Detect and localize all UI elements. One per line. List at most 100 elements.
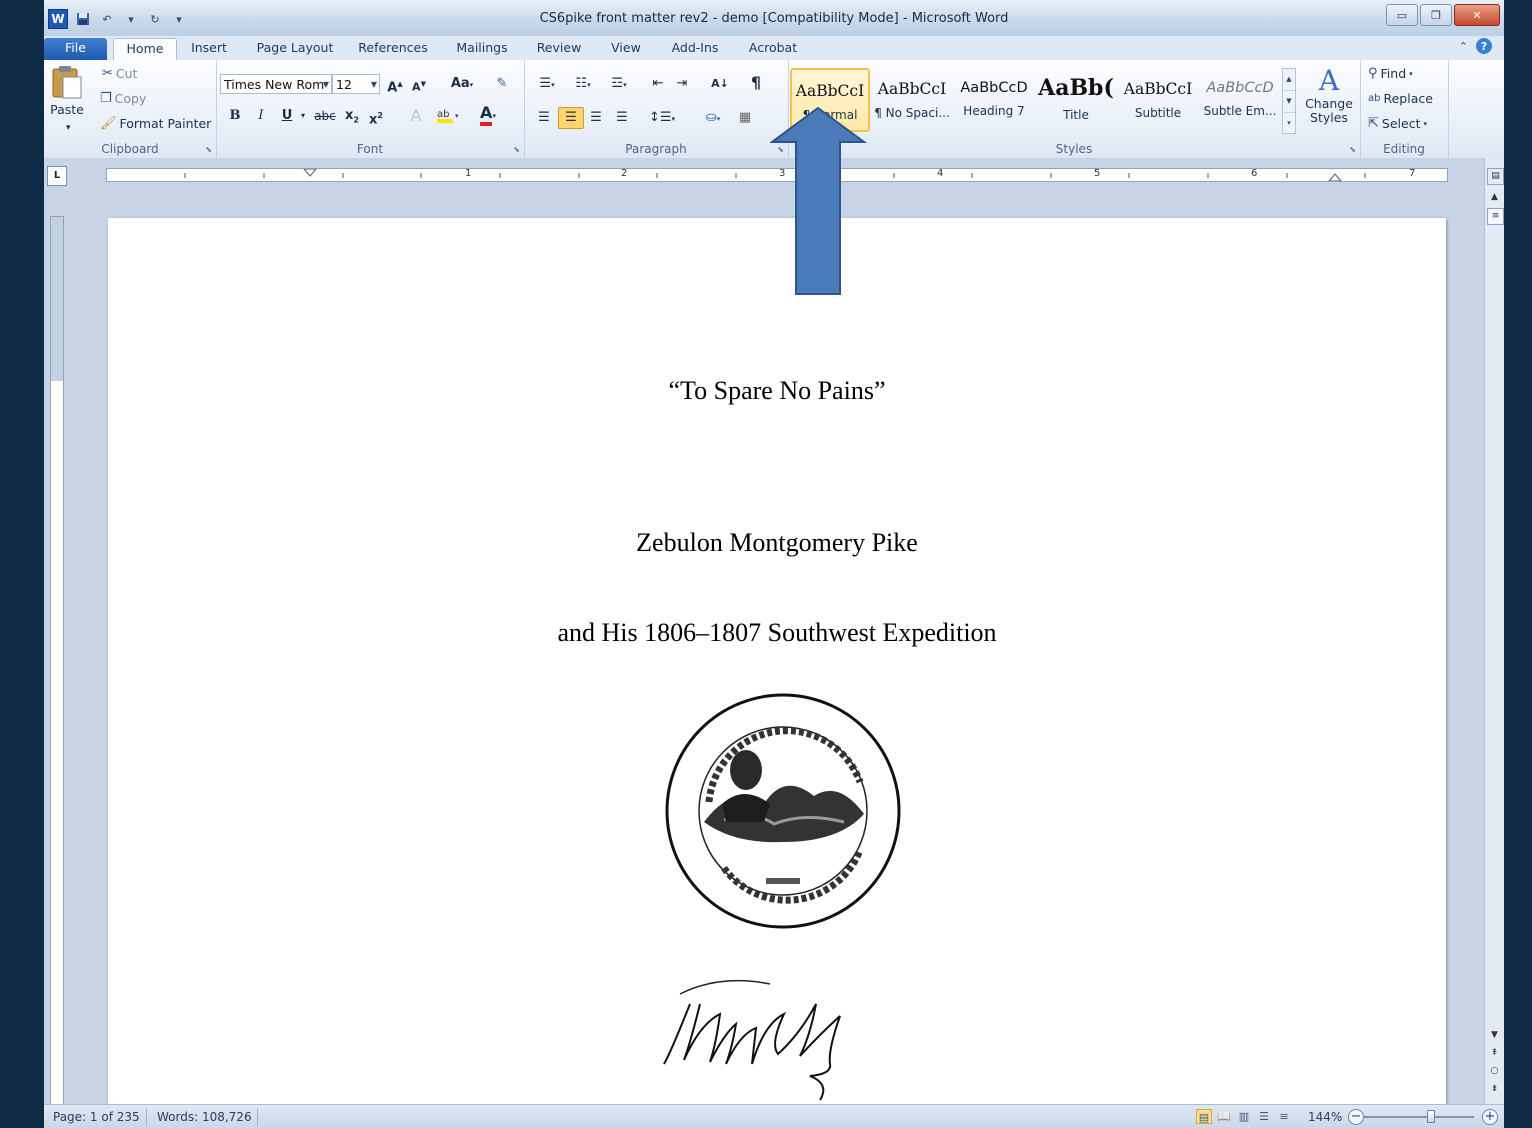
vertical-scrollbar[interactable]: ▤ ▲ ≡ ▼ ⇞ ○ ⇟ (1484, 158, 1504, 1104)
paragraph-group: ☰▾ ☷▾ ☲▾ ⇤ ⇥ A↓ ¶ ☰ ☰ ☰ ☰ ↕☰▾ ⛀▾ ▦ Parag… (524, 60, 789, 158)
styles-gallery-scroll[interactable]: ▲ ▼ ▾ (1282, 68, 1296, 134)
tab-mailings[interactable]: Mailings (448, 38, 516, 60)
style-heading-7[interactable]: AaBbCcD Heading 7 (954, 68, 1034, 132)
scroll-up-icon[interactable]: ▲ (1487, 190, 1502, 205)
bullets-icon[interactable]: ☰▾ (532, 74, 562, 95)
numbering-icon[interactable]: ☷▾ (568, 74, 598, 95)
close-button[interactable]: ✕ (1454, 4, 1500, 26)
paste-button[interactable]: Paste (50, 64, 84, 117)
style-subtle-emphasis[interactable]: AaBbCcD Subtle Em... (1200, 68, 1280, 132)
replace-button[interactable]: ab Replace (1368, 91, 1433, 106)
tab-home[interactable]: Home (113, 38, 177, 61)
ruler-number: 1 (465, 168, 472, 179)
replace-icon: ab (1368, 93, 1381, 104)
full-screen-reading-view-icon[interactable]: 📖 (1216, 1109, 1232, 1124)
tab-file[interactable]: File (44, 38, 107, 60)
view-ruler-icon[interactable]: ▤ (1487, 168, 1504, 185)
font-name-combo[interactable]: Times New Rom ▼ (220, 74, 332, 94)
highlight-button[interactable]: ab ▾ (434, 106, 462, 131)
doc-subtitle-line: and His 1806–1807 Southwest Expedition (557, 618, 997, 647)
show-hide-button[interactable]: ¶ (746, 73, 766, 93)
italic-button[interactable]: I (252, 106, 270, 126)
chevron-down-icon: ▾ (1423, 119, 1427, 128)
grow-font-button[interactable]: A▲ (386, 74, 404, 98)
text-effects-icon[interactable]: A (406, 106, 426, 126)
change-styles-icon: A (1318, 64, 1340, 97)
zoom-slider-track[interactable] (1364, 1116, 1474, 1118)
style-sample: AaBb( (1038, 75, 1114, 101)
shading-icon[interactable]: ⛀▾ (698, 108, 728, 129)
minimize-button[interactable]: ▭ (1386, 4, 1418, 26)
underline-button[interactable]: U (278, 106, 296, 126)
help-icon[interactable]: ? (1476, 38, 1492, 54)
font-color-button[interactable]: A▾ (474, 103, 502, 126)
bold-button[interactable]: B (226, 106, 244, 126)
zoom-in-icon[interactable]: + (1482, 1109, 1498, 1125)
find-button[interactable]: ⚲ Find ▾ (1368, 66, 1413, 81)
align-center-icon[interactable]: ☰ (558, 107, 584, 129)
superscript-button[interactable]: x2 (366, 106, 386, 130)
copy-button[interactable]: ❐ Copy (100, 91, 146, 106)
styles-launcher-icon[interactable]: ⬊ (1349, 145, 1356, 154)
subscript-button[interactable]: x2 (342, 106, 362, 131)
shrink-font-button[interactable]: A▼ (410, 74, 428, 98)
draft-view-icon[interactable]: ≡ (1276, 1109, 1292, 1124)
font-size-value: 12 (336, 77, 352, 92)
clear-formatting-icon[interactable]: ✎ (492, 74, 512, 94)
font-launcher-icon[interactable]: ⬊ (513, 145, 520, 154)
font-size-combo[interactable]: 12 ▼ (332, 74, 380, 94)
gallery-down-icon[interactable]: ▼ (1283, 91, 1295, 113)
align-left-icon[interactable]: ☰ (534, 108, 554, 128)
justify-icon[interactable]: ☰ (612, 108, 632, 128)
sort-icon[interactable]: A↓ (708, 74, 732, 94)
tab-acrobat[interactable]: Acrobat (742, 38, 804, 60)
gallery-more-icon[interactable]: ▾ (1283, 113, 1295, 134)
minimize-ribbon-icon[interactable]: ⌃ (1459, 40, 1468, 53)
strikethrough-button[interactable]: abc (312, 106, 338, 126)
tab-references[interactable]: References (352, 38, 434, 60)
tab-review[interactable]: Review (530, 38, 588, 60)
style-subtitle[interactable]: AaBbCcI Subtitle (1118, 68, 1198, 132)
format-painter-button[interactable]: 🖌 Format Painter (100, 116, 211, 131)
page-indicator[interactable]: Page: 1 of 235 (53, 1110, 140, 1124)
tab-add-ins[interactable]: Add-Ins (664, 38, 726, 60)
web-layout-view-icon[interactable]: ▥ (1236, 1109, 1252, 1124)
restore-button[interactable]: ❐ (1420, 4, 1452, 26)
increase-indent-icon[interactable]: ⇥ (672, 74, 692, 94)
scroll-down-icon[interactable]: ▼ (1487, 1028, 1502, 1043)
vertical-ruler-margin (51, 217, 63, 381)
gallery-up-icon[interactable]: ▲ (1283, 69, 1295, 91)
borders-icon[interactable]: ▦ (734, 108, 756, 128)
change-case-button[interactable]: Aa▾ (446, 74, 478, 95)
zoom-slider-thumb[interactable] (1427, 1110, 1435, 1123)
previous-page-icon[interactable]: ⇞ (1487, 1046, 1502, 1061)
print-layout-view-icon[interactable]: ▤ (1196, 1109, 1212, 1124)
line-spacing-icon[interactable]: ↕☰▾ (648, 108, 676, 129)
multilevel-list-icon[interactable]: ☲▾ (604, 74, 634, 95)
tab-selector[interactable]: L (47, 166, 67, 186)
tab-view[interactable]: View (604, 38, 648, 60)
next-page-icon[interactable]: ⇟ (1487, 1082, 1502, 1097)
zoom-level[interactable]: 144% (1308, 1110, 1342, 1124)
zoom-out-icon[interactable]: − (1348, 1109, 1364, 1125)
select-button[interactable]: ⇱ Select ▾ (1368, 116, 1427, 131)
document-page[interactable]: “To Spare No Pains” Zebulon Montgomery P… (108, 218, 1446, 1104)
change-styles-button[interactable]: A Change Styles (1304, 66, 1354, 125)
tab-page-layout[interactable]: Page Layout (249, 38, 341, 60)
select-browse-object-icon[interactable]: ○ (1487, 1064, 1502, 1079)
copy-label: Copy (114, 91, 147, 106)
cut-button[interactable]: ✂ Cut (102, 66, 137, 81)
scroll-thumb[interactable]: ≡ (1487, 208, 1504, 225)
outline-view-icon[interactable]: ☰ (1256, 1109, 1272, 1124)
underline-dropdown-icon[interactable]: ▾ (298, 106, 308, 126)
tab-insert[interactable]: Insert (184, 38, 234, 60)
decrease-indent-icon[interactable]: ⇤ (648, 74, 668, 94)
word-count[interactable]: Words: 108,726 (157, 1110, 252, 1124)
clipboard-launcher-icon[interactable]: ⬊ (205, 145, 212, 154)
style-title[interactable]: AaBb( Title (1036, 68, 1116, 132)
style-no-spacing[interactable]: AaBbCcI ¶ No Spaci... (872, 68, 952, 132)
align-right-icon[interactable]: ☰ (586, 108, 606, 128)
font-color-label: A (480, 103, 493, 126)
vertical-ruler[interactable] (50, 216, 64, 1104)
paste-dropdown-icon[interactable]: ▾ (66, 118, 71, 138)
